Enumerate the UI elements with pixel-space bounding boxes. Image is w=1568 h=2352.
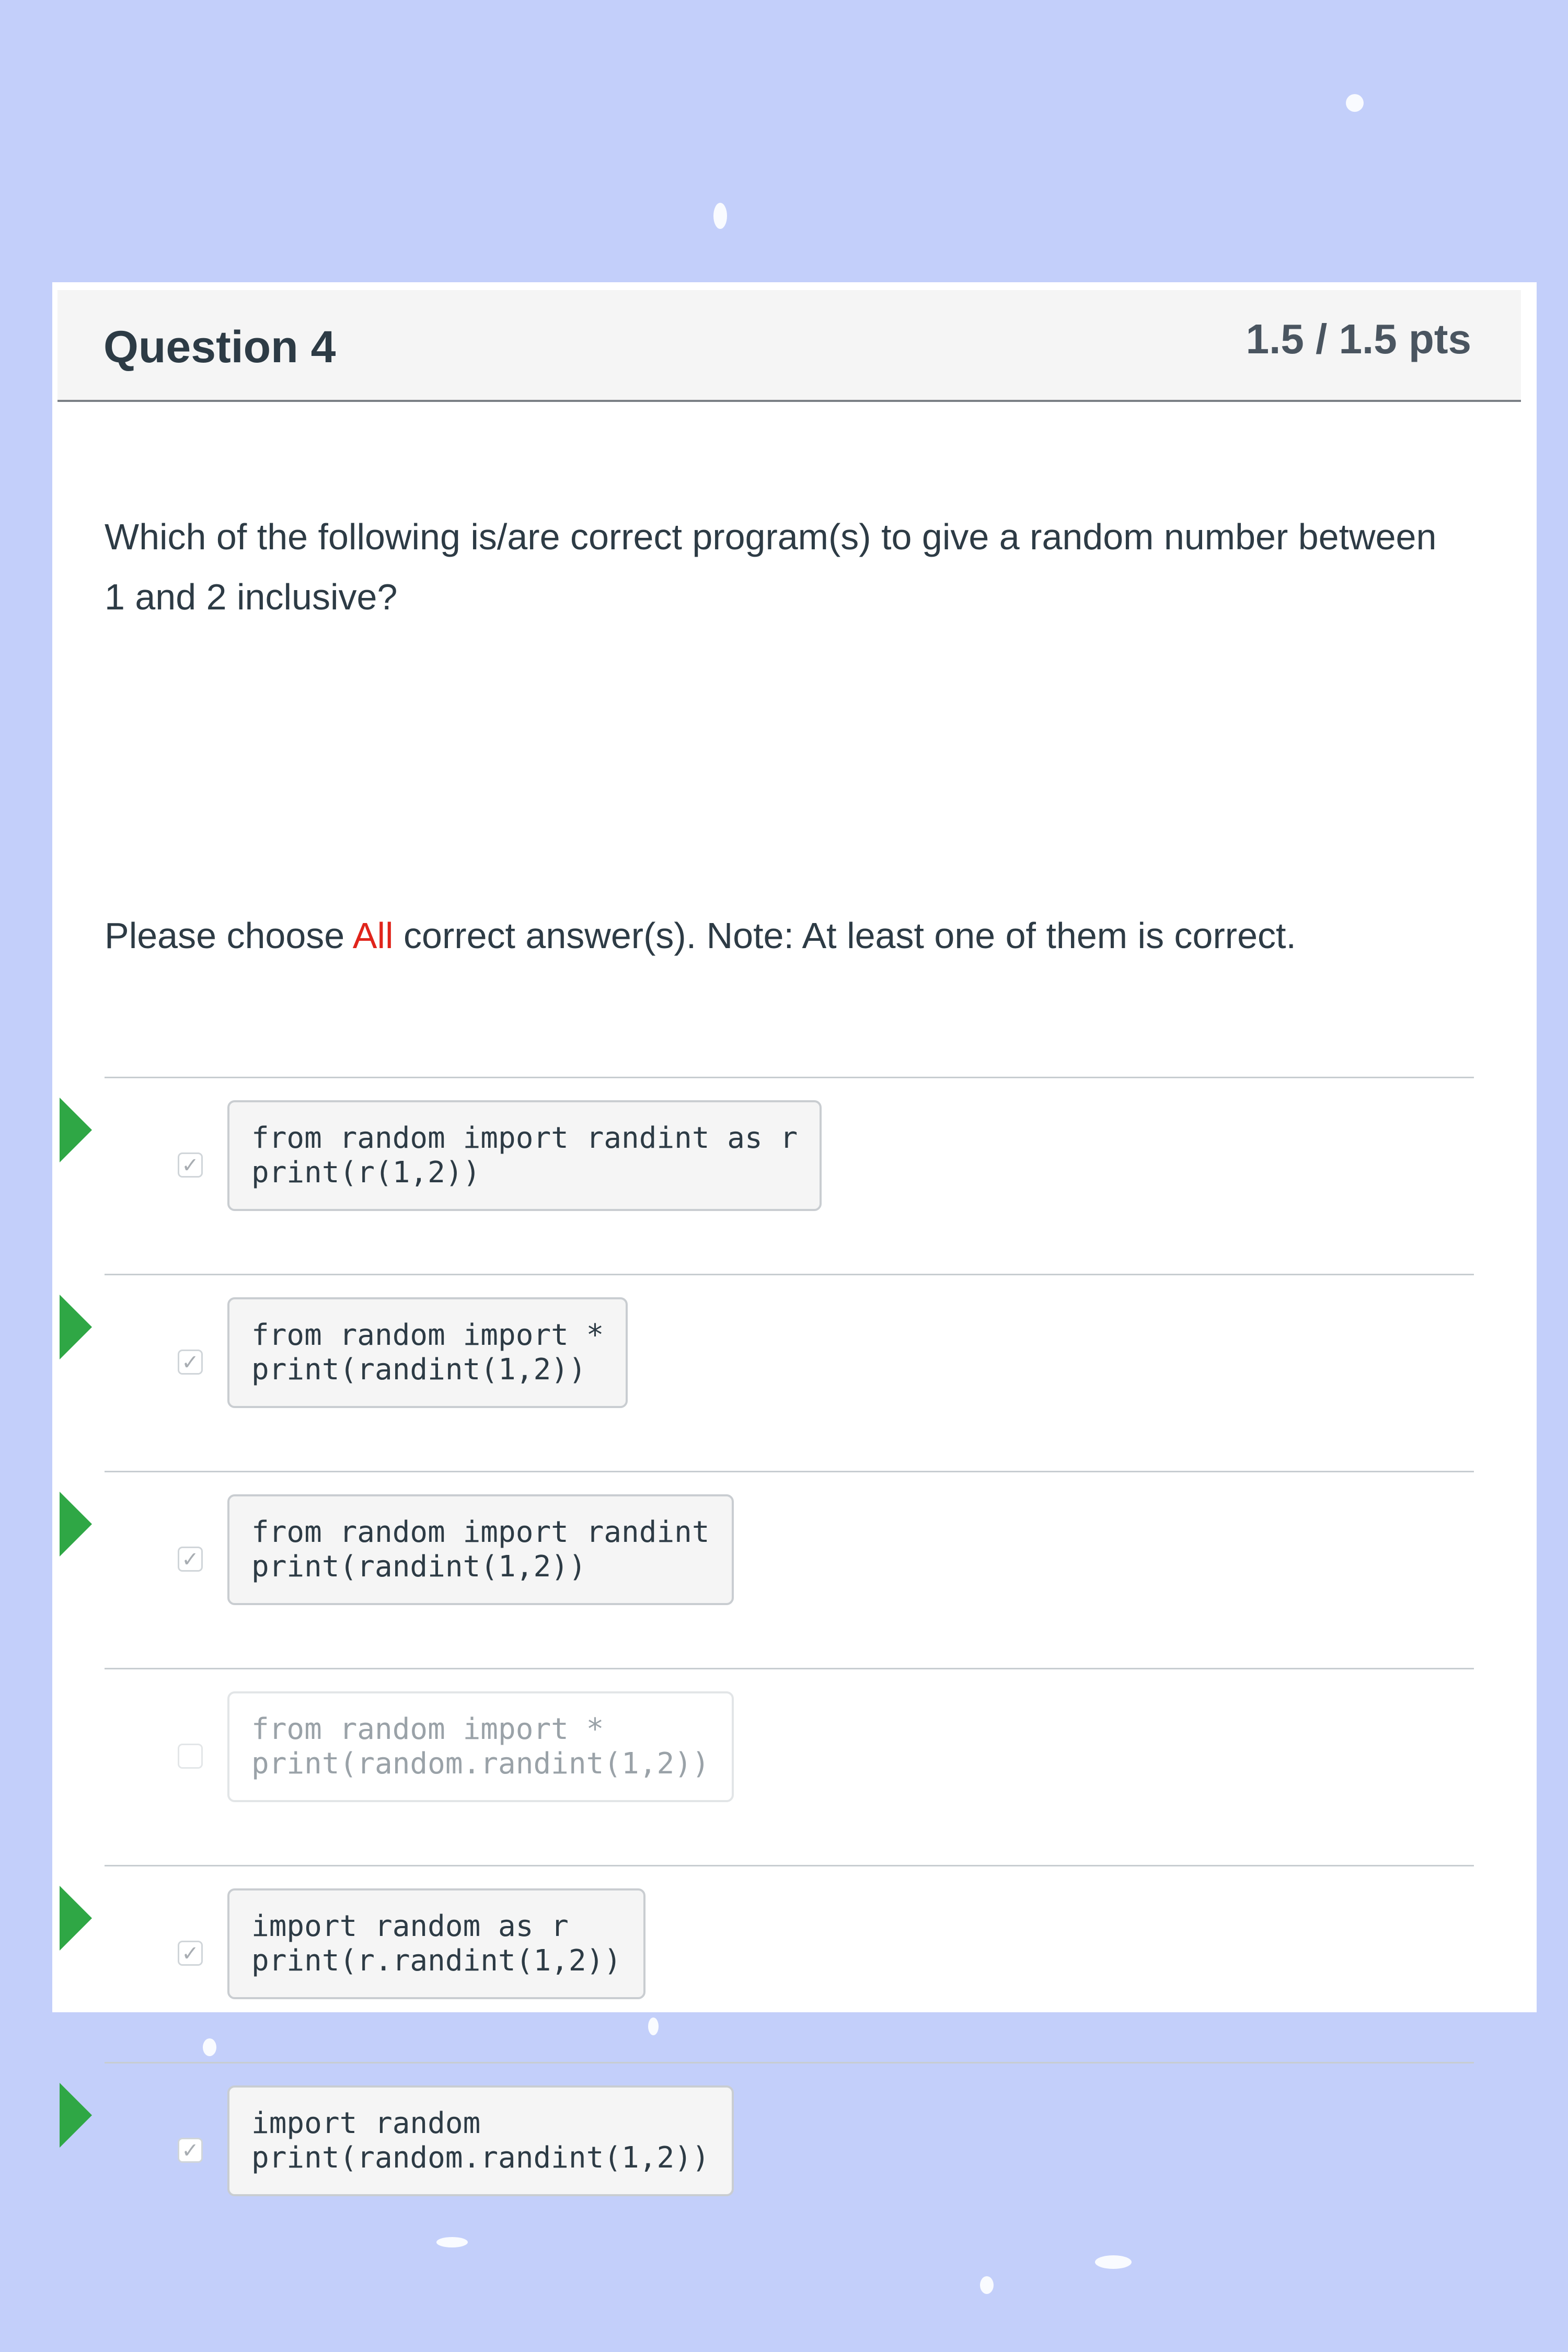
answer-option[interactable]: ✓ from random import randint print(randi…: [52, 1471, 1537, 1668]
correct-answer-arrow-icon: [60, 1492, 92, 1557]
checkmark-icon: ✓: [181, 1942, 199, 1965]
answer-option[interactable]: ✓ import random as r print(r.randint(1,2…: [52, 1865, 1537, 2062]
code-line: import random: [251, 2106, 481, 2140]
background-speck: [713, 203, 727, 229]
answer-divider: [105, 1471, 1474, 1472]
instruction-suffix: correct answer(s). Note: At least one of…: [393, 915, 1296, 956]
answer-divider: [105, 2062, 1474, 2063]
answer-option[interactable]: ✓ from random import randint as r print(…: [52, 1077, 1537, 1274]
answer-code: import random print(random.randint(1,2)): [227, 2085, 734, 2196]
code-line: from random import *: [251, 1712, 604, 1746]
background-speck: [1346, 94, 1364, 112]
answer-code: from random import * print(random.randin…: [227, 1691, 734, 1802]
answer-code: import random as r print(r.randint(1,2)): [227, 1888, 646, 1999]
checkmark-icon: ✓: [181, 1154, 199, 1177]
question-instruction: Please choose All correct answer(s). Not…: [105, 915, 1516, 956]
correct-answer-arrow-icon: [60, 1886, 92, 1951]
question-header: Question 4 1.5 / 1.5 pts: [57, 290, 1521, 402]
answer-divider: [105, 1865, 1474, 1866]
answer-checkbox[interactable]: ✓: [178, 1547, 203, 1572]
correct-answer-arrow-icon: [60, 1295, 92, 1359]
answer-checkbox[interactable]: ✓: [178, 1350, 203, 1375]
instruction-prefix: Please choose: [105, 915, 353, 956]
answer-option[interactable]: from random import * print(random.randin…: [52, 1668, 1537, 1865]
answer-checkbox[interactable]: ✓: [178, 1152, 203, 1178]
code-line: print(random.randint(1,2)): [251, 1747, 710, 1781]
code-line: from random import randint: [251, 1515, 710, 1549]
code-line: print(random.randint(1,2)): [251, 2141, 710, 2175]
question-title: Question 4: [103, 322, 336, 372]
code-line: print(r(1,2)): [251, 1156, 481, 1190]
checkmark-icon: ✓: [181, 1548, 199, 1571]
answer-checkbox[interactable]: ✓: [178, 1941, 203, 1966]
answer-divider: [105, 1274, 1474, 1275]
answer-option[interactable]: ✓ import random print(random.randint(1,2…: [52, 2062, 1537, 2259]
code-line: print(r.randint(1,2)): [251, 1944, 622, 1978]
answer-checkbox[interactable]: ✓: [178, 2138, 203, 2163]
answer-option[interactable]: ✓ from random import * print(randint(1,2…: [52, 1274, 1537, 1471]
answer-code: from random import randint as r print(r(…: [227, 1100, 822, 1211]
answer-code: from random import randint print(randint…: [227, 1494, 734, 1605]
correct-answer-arrow-icon: [60, 1098, 92, 1162]
answer-divider: [105, 1077, 1474, 1078]
code-line: import random as r: [251, 1909, 569, 1943]
answer-code: from random import * print(randint(1,2)): [227, 1297, 628, 1408]
answer-checkbox[interactable]: [178, 1744, 203, 1769]
checkmark-icon: ✓: [181, 2139, 199, 2162]
code-line: from random import randint as r: [251, 1121, 798, 1155]
correct-answer-arrow-icon: [60, 2083, 92, 2148]
question-points: 1.5 / 1.5 pts: [1246, 316, 1471, 362]
checkmark-icon: ✓: [181, 1351, 199, 1374]
answer-divider: [105, 1668, 1474, 1669]
code-line: from random import *: [251, 1318, 604, 1352]
code-line: print(randint(1,2)): [251, 1353, 586, 1387]
instruction-highlight: All: [352, 915, 394, 956]
code-line: print(randint(1,2)): [251, 1550, 586, 1584]
quiz-question-card: Question 4 1.5 / 1.5 pts Which of the fo…: [52, 282, 1537, 2196]
question-text: Which of the following is/are correct pr…: [105, 516, 1437, 617]
background-speck: [980, 2276, 994, 2294]
